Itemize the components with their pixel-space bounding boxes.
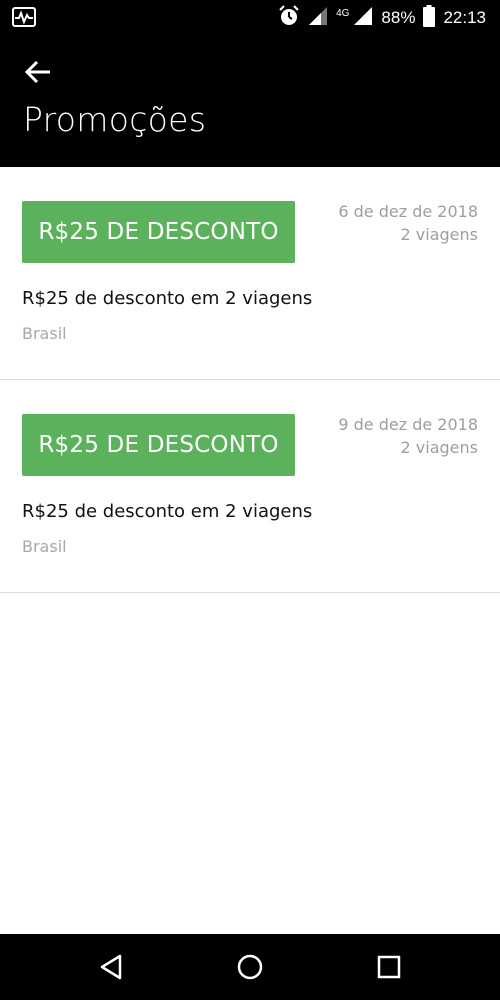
promo-description: R$25 de desconto em 2 viagens [22, 288, 313, 309]
app-bar: Promoções [0, 36, 500, 167]
promo-region: Brasil [22, 537, 67, 556]
clock-time: 22:13 [443, 8, 486, 27]
activity-monitor-icon [12, 7, 36, 27]
triangle-back-icon [100, 954, 122, 980]
promo-list: R$25 DE DESCONTO 6 de dez de 2018 2 viag… [0, 167, 500, 593]
circle-home-icon [237, 954, 263, 980]
promo-item[interactable]: R$25 DE DESCONTO 9 de dez de 2018 2 viag… [0, 380, 500, 593]
alarm-clock-icon [278, 5, 300, 31]
battery-icon [423, 5, 436, 31]
signal-strength-icon-2 [353, 6, 373, 30]
signal-strength-icon [308, 6, 328, 30]
promo-trips: 2 viagens [400, 225, 478, 244]
nav-recents-button[interactable] [372, 950, 406, 984]
promo-trips: 2 viagens [400, 438, 478, 457]
back-button[interactable] [20, 54, 56, 90]
page-title: Promoções [23, 100, 207, 139]
promo-region: Brasil [22, 324, 67, 343]
promo-date: 6 de dez de 2018 [338, 202, 478, 221]
nav-home-button[interactable] [233, 950, 267, 984]
promo-badge: R$25 DE DESCONTO [22, 201, 295, 263]
status-bar: 4G 88% 22:13 [0, 0, 500, 36]
promo-badge: R$25 DE DESCONTO [22, 414, 295, 476]
promo-item[interactable]: R$25 DE DESCONTO 6 de dez de 2018 2 viag… [0, 167, 500, 380]
nav-back-button[interactable] [94, 950, 128, 984]
square-recents-icon [377, 955, 401, 979]
promo-date: 9 de dez de 2018 [338, 415, 478, 434]
system-nav-bar [0, 934, 500, 1000]
status-icons: 4G 88% 22:13 [278, 0, 486, 36]
promo-description: R$25 de desconto em 2 viagens [22, 501, 313, 522]
network-type: 4G [336, 7, 350, 19]
battery-percent: 88% [381, 8, 416, 27]
arrow-left-icon [24, 60, 50, 84]
